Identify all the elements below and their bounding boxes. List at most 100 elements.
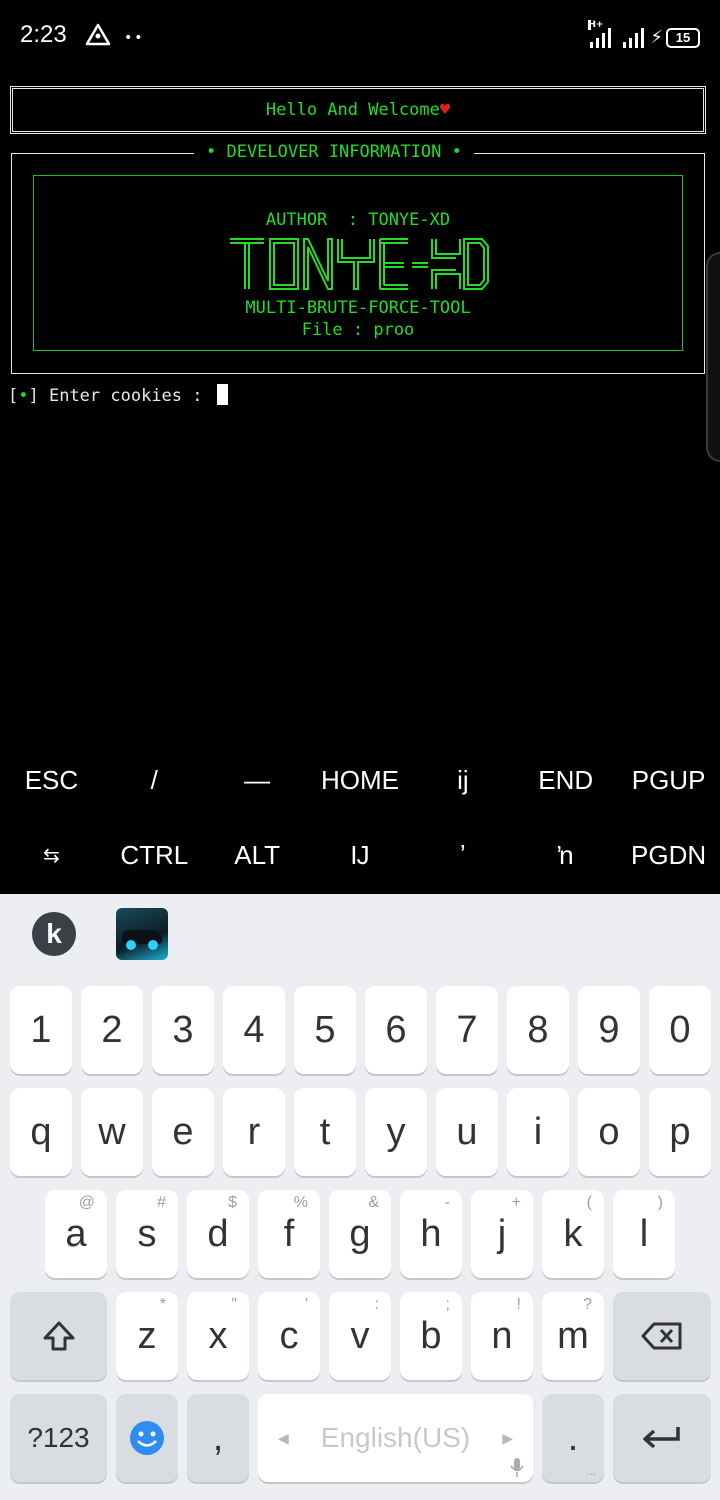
extra-keys-row-1: ESC / — HOME ij END PGUP	[0, 743, 720, 818]
more-notifications-icon: ••	[124, 30, 145, 46]
key-i[interactable]: i	[507, 1088, 569, 1176]
comma-key[interactable]: ,	[187, 1394, 249, 1482]
pgdn-key[interactable]: PGDN	[617, 818, 720, 893]
key-q[interactable]: q	[10, 1088, 72, 1176]
welcome-banner: Hello And Welcome ♥	[10, 86, 706, 134]
developer-info-inner: AUTHOR : TONYE-XD MULTI-BRUTE-FORCE-TOOL…	[33, 175, 683, 351]
key-9[interactable]: 9	[578, 986, 640, 1074]
alt-key[interactable]: ALT	[206, 818, 309, 893]
key-w[interactable]: w	[81, 1088, 143, 1176]
backspace-key[interactable]	[613, 1292, 711, 1380]
keyboard-logo-button[interactable]: k	[32, 912, 76, 956]
keyboard-toolbar: k	[0, 894, 720, 974]
status-bar: 2:23 •• H+ ⚡ 15	[0, 0, 720, 72]
tab-key[interactable]: ⇆	[0, 818, 103, 893]
notification-triangle-icon	[84, 22, 112, 52]
key-b[interactable]: ; b	[400, 1292, 462, 1380]
key-8[interactable]: 8	[507, 986, 569, 1074]
key-k[interactable]: (k	[542, 1190, 604, 1278]
key-r[interactable]: r	[223, 1088, 285, 1176]
key-v[interactable]: :v	[329, 1292, 391, 1380]
key-m[interactable]: ? m	[542, 1292, 604, 1380]
key-j-hint: +	[511, 1194, 521, 1211]
left-arrow-icon: ◀	[278, 1429, 289, 1446]
keyboard-theme-button[interactable]	[116, 908, 168, 960]
key-y[interactable]: y	[365, 1088, 427, 1176]
key-1[interactable]: 1	[10, 986, 72, 1074]
key-h-label: h	[420, 1212, 442, 1255]
key-3[interactable]: 3	[152, 986, 214, 1074]
signal-h-plus-icon: H+	[588, 20, 612, 48]
key-l[interactable]: ) l	[613, 1190, 675, 1278]
key-n-hint: !	[516, 1296, 521, 1313]
key-n[interactable]: ! n	[471, 1292, 533, 1380]
ctrl-key[interactable]: CTRL	[103, 818, 206, 893]
key-j[interactable]: + j	[471, 1190, 533, 1278]
key-u[interactable]: u	[436, 1088, 498, 1176]
ij-ligature-key[interactable]: Ĳ	[309, 818, 412, 893]
text-cursor	[216, 384, 228, 405]
key-x[interactable]: " x	[187, 1292, 249, 1380]
key-c-hint: '	[304, 1296, 308, 1313]
shift-key[interactable]	[10, 1292, 107, 1380]
key-h[interactable]: -h	[400, 1190, 462, 1278]
key-d[interactable]: $ d	[187, 1190, 249, 1278]
end-key[interactable]: END	[514, 743, 617, 818]
key-a[interactable]: @ a	[45, 1190, 107, 1278]
cookie-prompt[interactable]: [•] Enter cookies :	[8, 384, 228, 406]
key-7[interactable]: 7	[436, 986, 498, 1074]
key-v-hint: :	[374, 1296, 379, 1313]
apostrophe-key[interactable]: ʼ	[411, 818, 514, 893]
battery-indicator: ⚡ 15	[650, 27, 700, 48]
emoji-key[interactable]	[116, 1394, 178, 1482]
prompt-bullet: •	[18, 386, 29, 406]
ij-key[interactable]: ij	[411, 743, 514, 818]
enter-key[interactable]	[613, 1394, 711, 1482]
key-a-label: a	[65, 1212, 87, 1255]
tonye-xd-logo	[230, 238, 489, 290]
n-apostrophe-key[interactable]: ŉ	[514, 818, 617, 893]
dash-key[interactable]: —	[206, 743, 309, 818]
side-drawer-handle[interactable]	[706, 252, 720, 462]
key-s[interactable]: # s	[116, 1190, 178, 1278]
period-key[interactable]: . ...	[542, 1394, 604, 1482]
key-c[interactable]: ' c	[258, 1292, 320, 1380]
key-f-hint: %	[293, 1194, 308, 1211]
key-g[interactable]: & g	[329, 1190, 391, 1278]
space-key[interactable]: ◀ English(US) ▶	[258, 1394, 533, 1482]
prompt-bracket: [	[8, 386, 19, 406]
key-2[interactable]: 2	[81, 986, 143, 1074]
key-z-label: z	[137, 1314, 157, 1357]
symbols-key[interactable]: ?123	[10, 1394, 107, 1482]
period-label: .	[567, 1416, 579, 1459]
key-s-hint: #	[157, 1194, 166, 1211]
key-j-label: j	[497, 1212, 507, 1255]
signal-icon	[623, 26, 645, 48]
key-b-hint: ;	[445, 1296, 450, 1313]
welcome-text: Hello And Welcome	[265, 100, 440, 120]
tool-name: MULTI-BRUTE-FORCE-TOOL	[245, 298, 471, 318]
esc-key[interactable]: ESC	[0, 743, 103, 818]
developer-info-title: • DEVELOVER INFORMATION •	[194, 142, 474, 162]
key-e[interactable]: e	[152, 1088, 214, 1176]
home-key[interactable]: HOME	[309, 743, 412, 818]
key-4[interactable]: 4	[223, 986, 285, 1074]
period-hint: ...	[585, 1464, 596, 1478]
slash-key[interactable]: /	[103, 743, 206, 818]
key-6[interactable]: 6	[365, 986, 427, 1074]
enter-icon	[643, 1427, 680, 1449]
extra-keys-row-2: ⇆ CTRL ALT Ĳ ʼ ŉ PGDN	[0, 818, 720, 893]
key-h-hint: -	[444, 1194, 450, 1211]
key-x-label: x	[208, 1314, 228, 1357]
key-t[interactable]: t	[294, 1088, 356, 1176]
key-f[interactable]: % f	[258, 1190, 320, 1278]
key-c-label: c	[279, 1314, 299, 1357]
key-5[interactable]: 5	[294, 986, 356, 1074]
key-0[interactable]: 0	[649, 986, 711, 1074]
key-o[interactable]: o	[578, 1088, 640, 1176]
developer-info-box: • DEVELOVER INFORMATION • AUTHOR : TONYE…	[11, 142, 705, 374]
key-z[interactable]: * z	[116, 1292, 178, 1380]
prompt-text: ] Enter cookies :	[28, 386, 213, 406]
key-p[interactable]: p	[649, 1088, 711, 1176]
pgup-key[interactable]: PGUP	[617, 743, 720, 818]
